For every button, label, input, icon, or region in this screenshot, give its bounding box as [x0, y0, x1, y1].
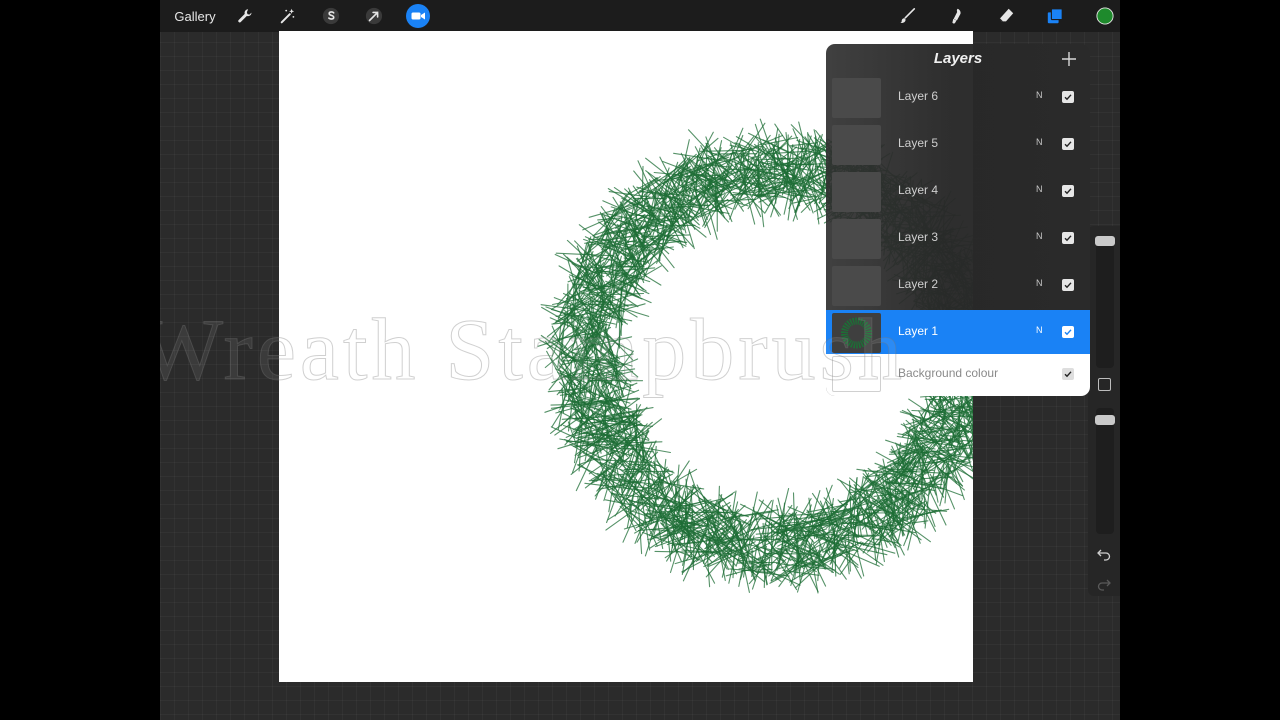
layer-visibility-checkbox[interactable]	[1062, 185, 1074, 197]
layer-row-3[interactable]: Layer 3 N	[826, 216, 1090, 262]
layer-thumbnail	[832, 266, 881, 306]
gallery-button[interactable]: Gallery	[168, 4, 222, 28]
layer-row-2[interactable]: Layer 2 N	[826, 263, 1090, 309]
modify-button[interactable]	[1098, 378, 1111, 391]
layer-name: Layer 5	[898, 136, 939, 150]
procreate-app: Gallery Layers Layer 6 N Layer 5 N Layer…	[160, 0, 1120, 720]
layer-name: Layer 3	[898, 230, 939, 244]
layer-row-5[interactable]: Layer 5 N	[826, 122, 1090, 168]
checkmark-icon	[1064, 329, 1072, 336]
video-record-icon[interactable]	[405, 4, 431, 28]
layer-name: Layer 6	[898, 89, 939, 103]
brush-size-slider[interactable]	[1096, 238, 1114, 368]
layers-panel-title: Layers	[933, 50, 983, 67]
layer-visibility-checkbox[interactable]	[1062, 279, 1074, 291]
layers-panel: Layers Layer 6 N Layer 5 N Layer 4 N Lay…	[826, 44, 1090, 396]
layer-visibility-checkbox[interactable]	[1062, 91, 1074, 103]
layer-visibility-checkbox[interactable]	[1062, 368, 1074, 380]
plus-icon	[1062, 52, 1076, 66]
smudge-icon[interactable]	[944, 4, 968, 28]
layer-name: Layer 2	[898, 277, 939, 291]
layer-name: Background colour	[898, 366, 999, 380]
brush-opacity-slider-thumb[interactable]	[1095, 415, 1115, 425]
layer-thumbnail	[832, 219, 881, 259]
transform-arrow-icon[interactable]	[362, 4, 386, 28]
blend-mode-button[interactable]: N	[1036, 278, 1043, 288]
add-layer-button[interactable]	[1060, 50, 1078, 68]
checkmark-icon	[1064, 188, 1072, 195]
checkmark-icon	[1064, 282, 1072, 289]
brush-opacity-slider[interactable]	[1096, 408, 1114, 534]
magic-wand-icon[interactable]	[276, 4, 300, 28]
wreath-thumbnail-icon	[841, 317, 872, 349]
color-swatch-icon[interactable]	[1093, 4, 1117, 28]
checkmark-icon	[1064, 371, 1072, 378]
undo-icon[interactable]	[1096, 546, 1112, 562]
brush-icon[interactable]	[896, 4, 920, 28]
blend-mode-button[interactable]: N	[1036, 137, 1043, 147]
layer-visibility-checkbox[interactable]	[1062, 326, 1074, 338]
checkmark-icon	[1064, 235, 1072, 242]
background-colour-row[interactable]: Background colour	[826, 354, 1090, 396]
layer-name: Layer 1	[898, 324, 939, 338]
background-colour-thumbnail	[832, 356, 881, 392]
layer-thumbnail	[832, 125, 881, 165]
selection-s-icon[interactable]	[319, 4, 343, 28]
layer-thumbnail	[832, 172, 881, 212]
redo-icon[interactable]	[1096, 576, 1112, 592]
layers-icon[interactable]	[1043, 4, 1067, 28]
wrench-icon[interactable]	[233, 4, 257, 28]
blend-mode-button[interactable]: N	[1036, 184, 1043, 194]
blend-mode-button[interactable]: N	[1036, 231, 1043, 241]
layer-row-1-selected[interactable]: Layer 1 N	[826, 310, 1090, 356]
eraser-icon[interactable]	[994, 4, 1018, 28]
layer-name: Layer 4	[898, 183, 939, 197]
layer-thumbnail	[832, 78, 881, 118]
blend-mode-button[interactable]: N	[1036, 90, 1043, 100]
blend-mode-button[interactable]: N	[1036, 325, 1043, 335]
brush-size-slider-thumb[interactable]	[1095, 236, 1115, 246]
checkmark-icon	[1064, 94, 1072, 101]
layer-row-6[interactable]: Layer 6 N	[826, 75, 1090, 121]
brush-sidebar	[1088, 226, 1120, 596]
layer-thumbnail	[832, 313, 881, 353]
checkmark-icon	[1064, 141, 1072, 148]
layer-visibility-checkbox[interactable]	[1062, 138, 1074, 150]
top-toolbar: Gallery	[160, 0, 1120, 32]
layer-row-4[interactable]: Layer 4 N	[826, 169, 1090, 215]
layer-visibility-checkbox[interactable]	[1062, 232, 1074, 244]
